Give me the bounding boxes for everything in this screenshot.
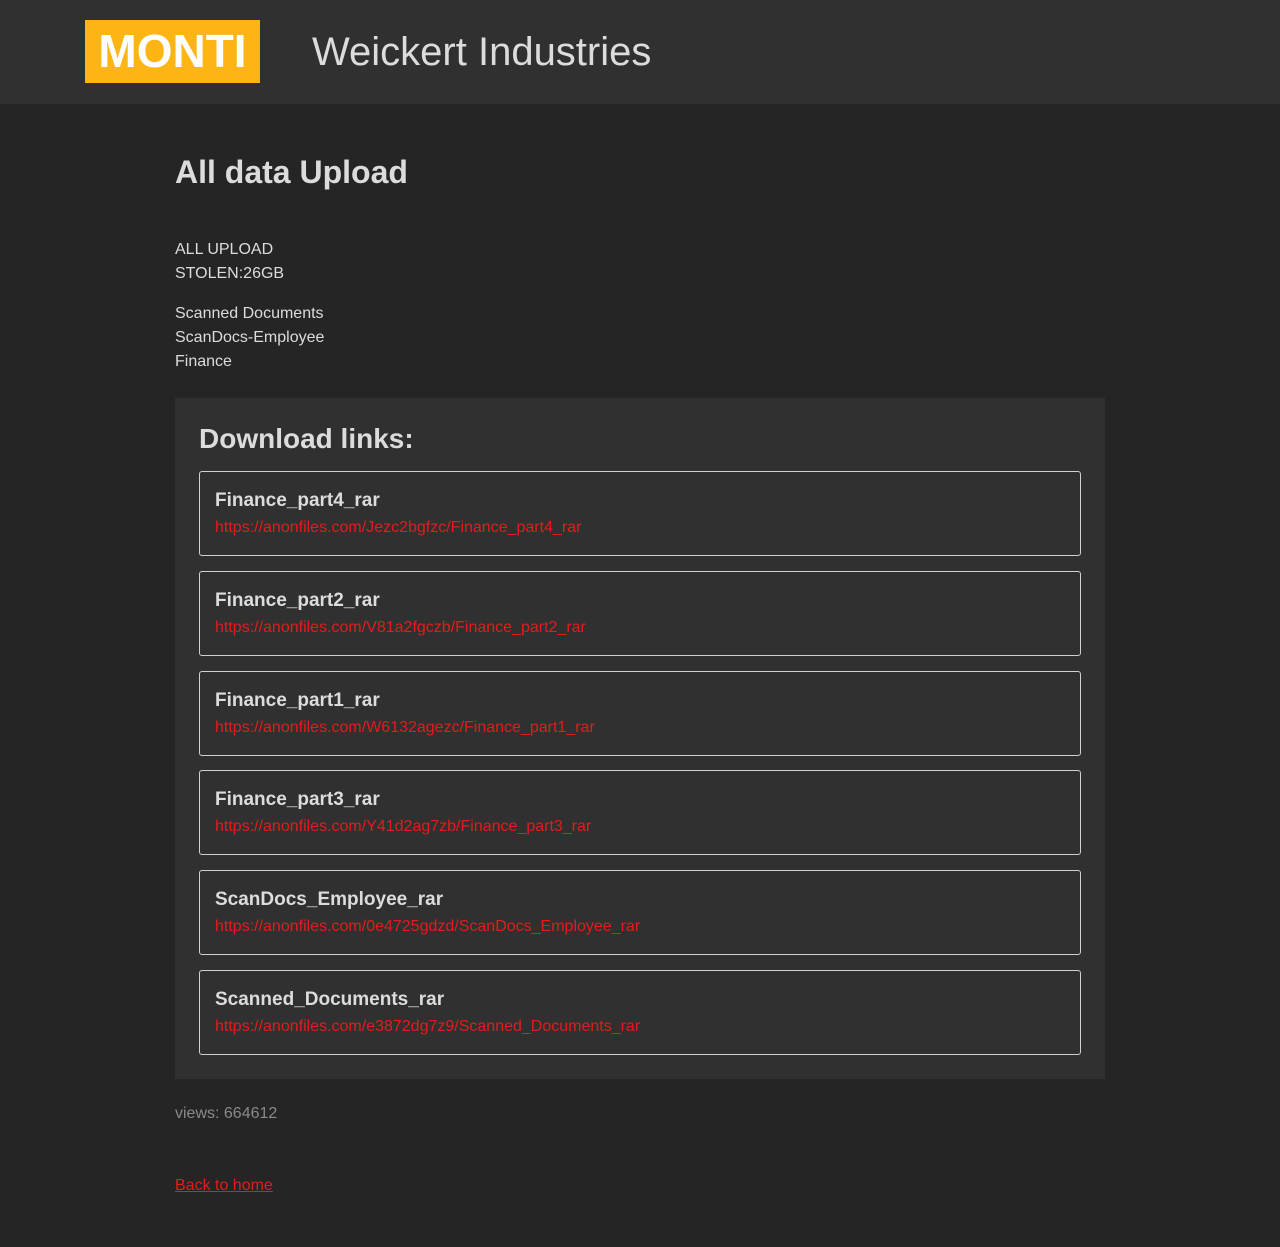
logo[interactable]: MONTI [85, 20, 260, 83]
file-name: Finance_part2_rar [215, 590, 380, 611]
stolen-size: STOLEN:26GB [175, 265, 285, 282]
folder-list: Scanned Documents ScanDocs-Employee Fina… [175, 302, 324, 374]
view-count: views: 664612 [175, 1105, 278, 1122]
company-name: Weickert Industries [312, 30, 652, 74]
download-link[interactable]: https://anonfiles.com/Y41d2ag7zb/Finance… [215, 817, 591, 837]
page-title: All data Upload [175, 154, 408, 190]
file-name: ScanDocs_Employee_rar [215, 889, 444, 910]
folder-item: ScanDocs-Employee [175, 329, 325, 346]
download-links-title: Download links: [199, 423, 414, 454]
download-link[interactable]: https://anonfiles.com/W6132agezc/Finance… [215, 718, 595, 738]
download-card: Finance_part3_rar https://anonfiles.com/… [199, 770, 1081, 855]
folder-item: Finance [175, 353, 232, 370]
upload-summary: ALL UPLOAD STOLEN:26GB [175, 238, 284, 286]
header: MONTI Weickert Industries [0, 0, 1280, 104]
download-card: Finance_part4_rar https://anonfiles.com/… [199, 471, 1081, 556]
upload-label: ALL UPLOAD [175, 241, 274, 258]
download-link[interactable]: https://anonfiles.com/V81a2fgczb/Finance… [215, 618, 586, 638]
download-link[interactable]: https://anonfiles.com/e3872dg7z9/Scanned… [215, 1017, 640, 1037]
download-card: Finance_part2_rar https://anonfiles.com/… [199, 571, 1081, 656]
file-name: Scanned_Documents_rar [215, 989, 445, 1010]
download-link[interactable]: https://anonfiles.com/0e4725gdzd/ScanDoc… [215, 917, 640, 937]
download-link[interactable]: https://anonfiles.com/Jezc2bgfzc/Finance… [215, 518, 581, 538]
download-links-panel: Download links: Finance_part4_rar https:… [175, 398, 1105, 1079]
folder-item: Scanned Documents [175, 305, 324, 322]
download-card: Finance_part1_rar https://anonfiles.com/… [199, 671, 1081, 756]
file-name: Finance_part4_rar [215, 490, 380, 511]
download-card: Scanned_Documents_rar https://anonfiles.… [199, 970, 1081, 1055]
file-name: Finance_part3_rar [215, 789, 380, 810]
download-card: ScanDocs_Employee_rar https://anonfiles.… [199, 870, 1081, 955]
back-to-home-link[interactable]: Back to home [175, 1176, 273, 1196]
file-name: Finance_part1_rar [215, 690, 380, 711]
